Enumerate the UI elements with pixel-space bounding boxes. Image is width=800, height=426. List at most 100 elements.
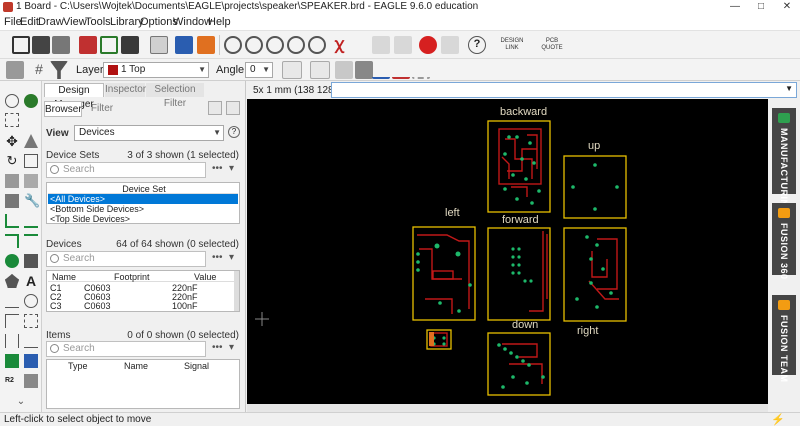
menu-view[interactable]: View <box>63 16 87 28</box>
snap-alt-icon[interactable] <box>412 61 430 79</box>
script-icon[interactable] <box>175 36 193 54</box>
view-select[interactable]: Devices ▼ <box>74 125 224 141</box>
text-ratio-icon[interactable] <box>282 61 302 79</box>
schematic-icon[interactable] <box>100 36 118 54</box>
ripup-icon[interactable] <box>24 214 38 228</box>
angle-select[interactable]: 0 ▼ <box>245 62 273 78</box>
tab-browser[interactable]: Browser <box>44 101 82 117</box>
close-button[interactable]: ✕ <box>774 0 800 14</box>
wire-icon[interactable] <box>5 234 19 248</box>
arc-icon[interactable] <box>5 314 19 328</box>
board-canvas[interactable]: backward up left forward right down <box>247 99 768 404</box>
chevron-down-icon[interactable]: ▾ <box>229 252 234 263</box>
line-icon[interactable] <box>5 294 19 308</box>
circle-icon[interactable] <box>24 294 38 308</box>
layer-icon[interactable] <box>150 36 168 54</box>
delete-icon[interactable] <box>5 194 19 208</box>
tab-manufacturing[interactable]: MANUFACTURING <box>772 108 796 214</box>
grid-icon[interactable]: # <box>30 61 48 79</box>
chevron-down-icon[interactable]: ▾ <box>229 163 234 174</box>
menu-window[interactable]: Window <box>173 16 212 28</box>
move-icon[interactable]: ✥ <box>5 134 19 148</box>
expand-icon[interactable]: ⌄ <box>14 395 28 409</box>
tab-fusion-team[interactable]: FUSION TEAM <box>772 295 796 383</box>
command-line-input[interactable]: ▼ <box>331 82 797 98</box>
pcb-quote-button[interactable]: PCB QUOTE <box>534 36 570 54</box>
menu-tools[interactable]: Tools <box>85 16 111 28</box>
lightning-icon[interactable]: ⚡ <box>771 413 785 426</box>
pad-icon[interactable] <box>24 254 38 268</box>
eraser-icon[interactable] <box>6 61 24 79</box>
items-search[interactable]: Search <box>46 341 206 357</box>
optimize-icon[interactable] <box>24 374 38 388</box>
wrench-icon[interactable]: 🔧 <box>24 194 40 208</box>
mirror-icon[interactable] <box>24 134 38 148</box>
list-item[interactable]: <All Devices> <box>48 194 238 204</box>
more-icon[interactable]: ••• <box>212 342 223 353</box>
via-icon[interactable] <box>5 254 19 268</box>
align-grid-icon[interactable] <box>335 61 353 79</box>
more-icon[interactable]: ••• <box>212 163 223 174</box>
board-icon[interactable] <box>121 36 139 54</box>
redo-icon[interactable] <box>394 36 412 54</box>
errors-icon[interactable] <box>24 354 38 368</box>
tab-filter[interactable]: Filter <box>83 101 121 117</box>
minimize-button[interactable]: — <box>722 0 748 14</box>
text-icon[interactable]: A <box>24 274 38 288</box>
align-grid-2-icon[interactable] <box>355 61 373 79</box>
tab-selection-filter[interactable]: Selection Filter <box>146 83 204 109</box>
undo-icon[interactable] <box>372 36 390 54</box>
save-icon[interactable] <box>32 36 50 54</box>
menu-edit[interactable]: Edit <box>20 16 39 28</box>
redraw-icon[interactable] <box>308 36 326 54</box>
show-icon[interactable] <box>24 94 38 108</box>
more-icon[interactable]: ••• <box>212 252 223 263</box>
zoom-icon[interactable] <box>226 101 240 115</box>
info-icon[interactable] <box>5 94 19 108</box>
zoom-out-icon[interactable] <box>266 36 284 54</box>
text-size-icon[interactable] <box>310 61 330 79</box>
ulp-icon[interactable] <box>197 36 215 54</box>
snap-icon[interactable] <box>372 61 390 79</box>
device-sets-search[interactable]: Search <box>46 162 206 178</box>
pointer-icon[interactable] <box>208 101 222 115</box>
maximize-button[interactable]: □ <box>748 0 774 14</box>
horizontal-scrollbar[interactable] <box>247 404 768 412</box>
rotate-icon[interactable]: ↻ <box>5 154 19 168</box>
group-icon[interactable] <box>24 154 38 168</box>
open-icon[interactable] <box>12 36 30 54</box>
go-icon[interactable] <box>441 36 459 54</box>
paste-icon[interactable] <box>24 174 38 188</box>
r2-icon[interactable]: R2 <box>5 374 19 388</box>
rectangle-icon[interactable] <box>24 314 38 328</box>
help-icon[interactable]: ? <box>468 36 486 54</box>
zoom-in-icon[interactable] <box>245 36 263 54</box>
meander-icon[interactable] <box>24 234 38 248</box>
list-item[interactable]: <Top Side Devices> <box>48 214 238 224</box>
stop-icon[interactable] <box>419 36 437 54</box>
measure-icon[interactable] <box>24 334 38 348</box>
scrollbar[interactable] <box>234 271 239 311</box>
cam-icon[interactable] <box>79 36 97 54</box>
zoom-select-icon[interactable] <box>287 36 305 54</box>
design-link-button[interactable]: DESIGN LINK <box>491 36 533 54</box>
ratsnest-icon[interactable]: ꭓ <box>330 36 348 54</box>
tab-design-manager[interactable]: Design Manager <box>44 83 104 110</box>
menu-help[interactable]: Help <box>208 16 231 28</box>
route-icon[interactable] <box>5 214 19 228</box>
tab-fusion-360[interactable]: FUSION 360 <box>772 203 796 280</box>
dimension-icon[interactable] <box>5 334 19 348</box>
zoom-fit-icon[interactable] <box>224 36 242 54</box>
table-row[interactable]: C3 C0603 100nF <box>48 301 238 311</box>
tab-inspector[interactable]: Inspector <box>105 83 146 97</box>
layer-select[interactable]: 1 Top ▼ <box>103 62 209 78</box>
devices-search[interactable]: Search <box>46 251 206 267</box>
chevron-down-icon[interactable]: ▾ <box>229 342 234 353</box>
list-item[interactable]: <Bottom Side Devices> <box>48 204 238 214</box>
snap-off-icon[interactable] <box>392 61 410 79</box>
select-icon[interactable] <box>5 113 19 127</box>
polygon-icon[interactable] <box>5 274 19 288</box>
filter-icon[interactable] <box>50 61 68 79</box>
menu-library[interactable]: Library <box>110 16 144 28</box>
drc-icon[interactable] <box>5 354 19 368</box>
